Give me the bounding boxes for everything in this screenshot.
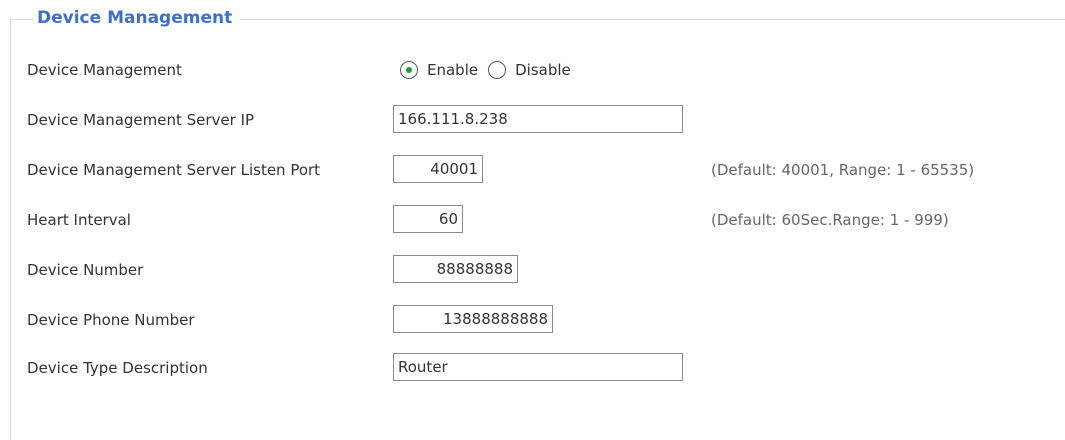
- heart-interval-hint: (Default: 60Sec.Range: 1 - 999): [711, 211, 949, 229]
- listen-port-row: Device Management Server Listen Port (De…: [0, 155, 1065, 185]
- radio-selected-icon[interactable]: [400, 61, 418, 79]
- listen-port-input[interactable]: [393, 155, 483, 183]
- phone-number-row: Device Phone Number: [0, 305, 1065, 335]
- radio-unselected-icon[interactable]: [488, 61, 507, 79]
- enable-radio-label[interactable]: Enable: [427, 60, 478, 80]
- device-management-radio-group: Enable Disable: [400, 57, 581, 83]
- device-management-label: Device Management: [27, 61, 182, 79]
- heart-interval-row: Heart Interval (Default: 60Sec.Range: 1 …: [0, 205, 1065, 235]
- disable-radio-option[interactable]: Disable: [488, 60, 581, 80]
- heart-interval-label: Heart Interval: [27, 211, 131, 229]
- section-title: Device Management: [33, 7, 241, 29]
- enable-radio-option[interactable]: Enable: [400, 60, 488, 80]
- device-number-row: Device Number: [0, 255, 1065, 285]
- device-number-label: Device Number: [27, 261, 144, 279]
- disable-radio-label[interactable]: Disable: [515, 60, 571, 80]
- server-ip-row: Device Management Server IP: [0, 105, 1065, 135]
- phone-number-input[interactable]: [393, 305, 553, 333]
- server-ip-label: Device Management Server IP: [27, 111, 255, 129]
- device-number-input[interactable]: [393, 255, 518, 283]
- listen-port-label: Device Management Server Listen Port: [27, 161, 321, 179]
- radio-selected-dot: [406, 67, 412, 73]
- type-description-label: Device Type Description: [27, 359, 208, 377]
- type-description-input[interactable]: [393, 353, 683, 381]
- heart-interval-input[interactable]: [393, 205, 463, 233]
- listen-port-hint: (Default: 40001, Range: 1 - 65535): [711, 161, 975, 179]
- phone-number-label: Device Phone Number: [27, 311, 195, 329]
- type-description-row: Device Type Description: [0, 353, 1065, 383]
- device-management-row: Device Management Enable Disable: [0, 55, 1065, 85]
- server-ip-input[interactable]: [393, 105, 683, 133]
